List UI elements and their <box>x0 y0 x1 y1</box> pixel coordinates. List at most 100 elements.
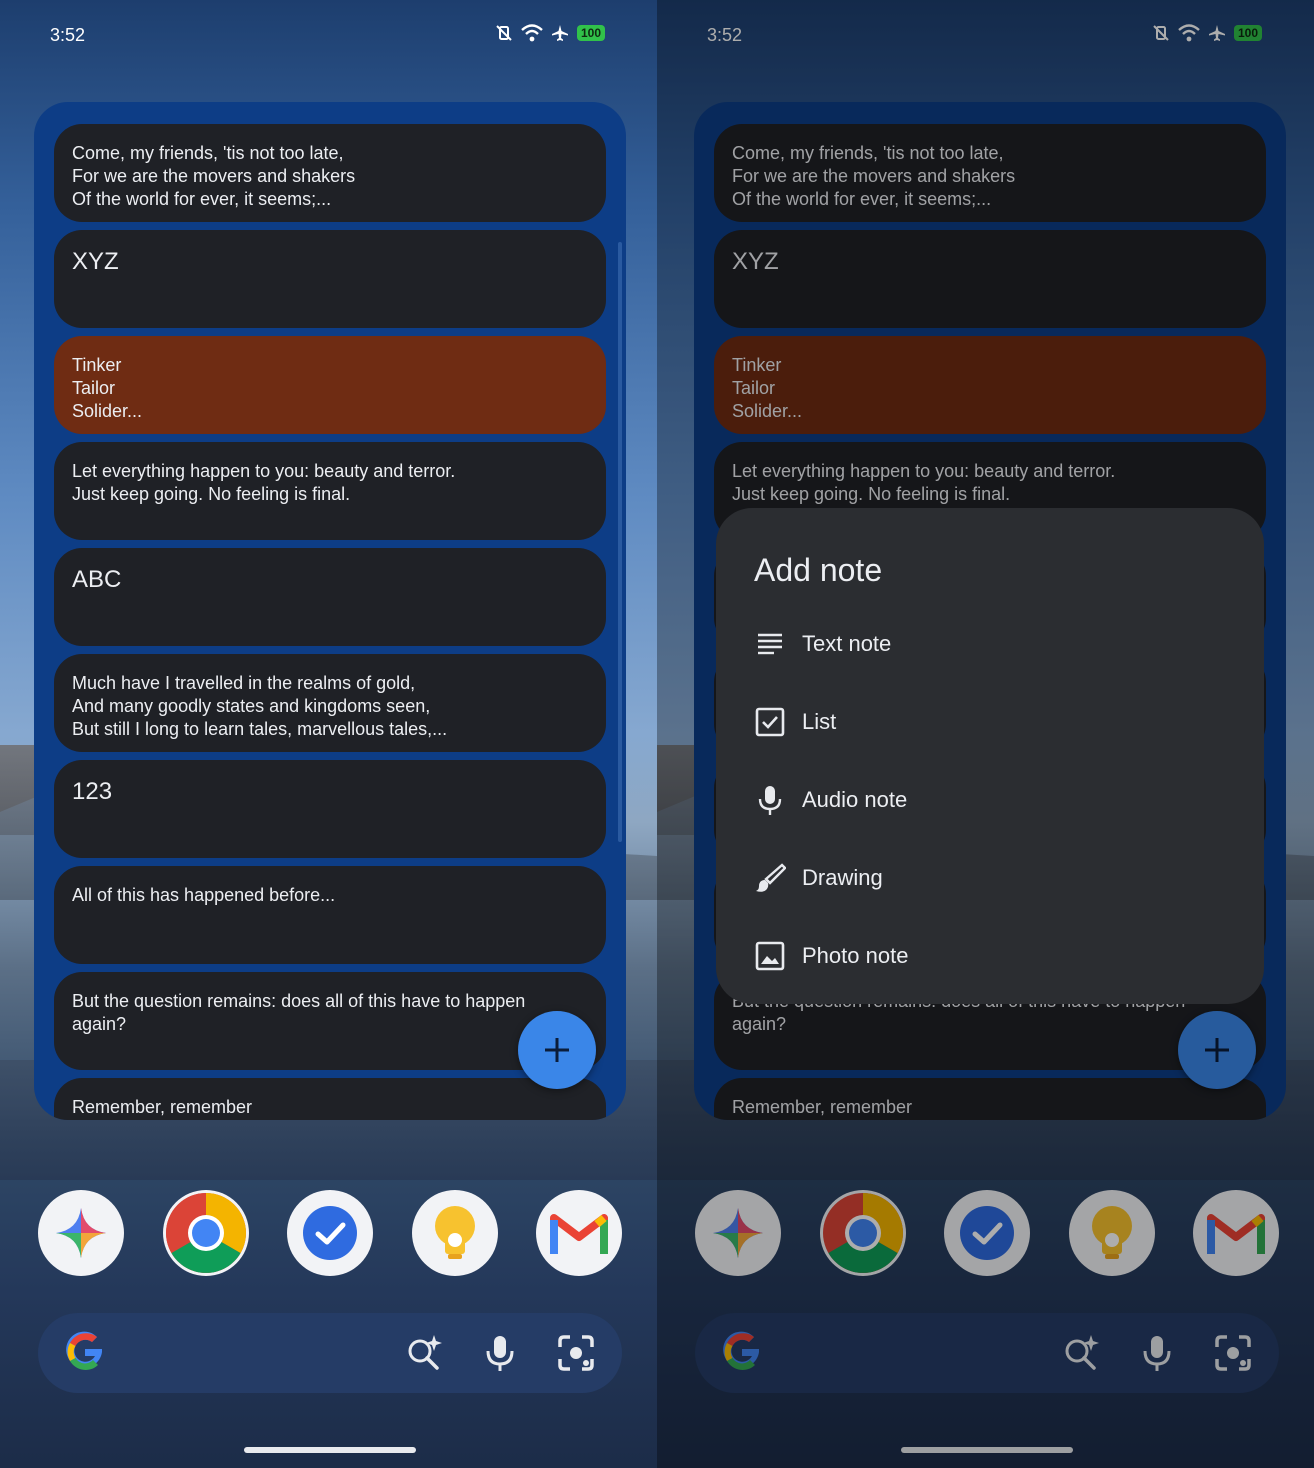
microphone-icon[interactable] <box>480 1333 520 1373</box>
home-screen-left: 3:52 100 Come, my friends, 'tis not too … <box>0 0 657 1468</box>
add-note-sheet: Add note Text note List Audio note Drawi… <box>716 508 1264 1004</box>
menu-item-list[interactable]: List <box>754 692 836 752</box>
lens-icon[interactable] <box>556 1333 596 1373</box>
text-note-icon <box>758 633 782 655</box>
note-text: Tinker Tailor Solider... <box>732 355 803 421</box>
checkbox-icon <box>755 707 785 737</box>
note-card[interactable]: Remember, remember <box>54 1078 606 1120</box>
note-card-orange[interactable]: Tinker Tailor Solider... <box>714 336 1266 434</box>
menu-item-label: Photo note <box>802 943 909 968</box>
menu-item-text-note[interactable]: Text note <box>754 614 891 674</box>
chrome-app[interactable] <box>162 1190 249 1276</box>
status-time: 3:52 <box>707 25 743 45</box>
menu-item-drawing[interactable]: Drawing <box>754 848 883 908</box>
note-card-orange[interactable]: Tinker Tailor Solider... <box>54 336 606 434</box>
note-text: XYZ <box>732 248 779 275</box>
microphone-icon <box>758 786 782 815</box>
status-icons: 100 <box>1152 24 1262 42</box>
wifi-icon <box>1178 24 1200 42</box>
status-bar: 3:52 100 <box>0 20 657 50</box>
google-search-bar[interactable] <box>695 1313 1279 1393</box>
note-card[interactable]: Come, my friends, 'tis not too late, For… <box>54 124 606 222</box>
note-card[interactable]: Come, my friends, 'tis not too late, For… <box>714 124 1266 222</box>
gemini-app[interactable] <box>695 1190 781 1276</box>
gemini-app[interactable] <box>38 1190 124 1276</box>
gmail-app[interactable] <box>1193 1190 1279 1276</box>
note-text: Much have I travelled in the realms of g… <box>72 673 448 739</box>
note-card[interactable]: Remember, remember <box>714 1078 1266 1120</box>
ai-search-icon[interactable] <box>1061 1333 1101 1373</box>
note-text: Come, my friends, 'tis not too late, For… <box>72 143 356 209</box>
menu-item-photo-note[interactable]: Photo note <box>754 926 908 986</box>
search-actions <box>404 1333 596 1373</box>
chrome-app[interactable] <box>819 1190 906 1276</box>
note-text: Remember, remember <box>72 1097 253 1117</box>
airplane-icon <box>551 25 568 41</box>
note-text: XYZ <box>72 248 119 275</box>
lens-icon[interactable] <box>1213 1333 1253 1373</box>
tasks-icon <box>960 1206 1014 1260</box>
note-text: Let everything happen to you: beauty and… <box>732 461 1116 504</box>
app-dock <box>38 1190 622 1276</box>
gmail-icon <box>1207 1214 1265 1254</box>
note-card[interactable]: XYZ <box>54 230 606 328</box>
vibrate-off-icon <box>1153 25 1169 41</box>
google-g-icon <box>66 1331 102 1370</box>
gesture-bar[interactable] <box>244 1447 416 1453</box>
note-text: Tinker Tailor Solider... <box>72 355 143 421</box>
ai-search-icon[interactable] <box>404 1333 444 1373</box>
gesture-bar[interactable] <box>901 1447 1073 1453</box>
tasks-icon <box>303 1206 357 1260</box>
keep-icon <box>1091 1206 1132 1259</box>
note-card[interactable]: All of this has happened before... <box>54 866 606 964</box>
app-dock <box>695 1190 1279 1276</box>
image-icon <box>755 941 785 971</box>
battery-indicator: 100 <box>1233 25 1262 41</box>
vibrate-off-icon <box>496 25 512 41</box>
note-text: All of this has happened before... <box>72 885 336 905</box>
status-time: 3:52 <box>50 25 86 45</box>
wifi-icon <box>521 24 543 42</box>
note-card[interactable]: ABC <box>54 548 606 646</box>
plus-icon <box>1205 1038 1229 1062</box>
chrome-icon <box>822 1193 903 1273</box>
status-icons: 100 <box>495 24 605 42</box>
gmail-icon <box>550 1214 608 1254</box>
note-text: Remember, remember <box>732 1097 913 1117</box>
tasks-app[interactable] <box>287 1190 373 1276</box>
gemini-icon <box>713 1208 763 1258</box>
note-text: 123 <box>72 778 113 805</box>
microphone-icon[interactable] <box>1137 1333 1177 1373</box>
airplane-icon <box>1208 25 1225 41</box>
menu-item-audio-note[interactable]: Audio note <box>754 770 907 830</box>
menu-item-label: Audio note <box>802 787 908 812</box>
plus-icon <box>545 1038 569 1062</box>
note-card[interactable]: Let everything happen to you: beauty and… <box>54 442 606 540</box>
battery-indicator: 100 <box>576 25 605 41</box>
menu-item-label: List <box>802 709 837 734</box>
note-text: Let everything happen to you: beauty and… <box>72 461 456 504</box>
keep-icon <box>434 1206 475 1259</box>
keep-app[interactable] <box>1068 1190 1155 1276</box>
keep-notes-widget: Come, my friends, 'tis not too late, For… <box>34 102 626 1120</box>
add-note-button[interactable] <box>518 1011 596 1089</box>
google-g-icon <box>723 1331 759 1370</box>
note-text: Come, my friends, 'tis not too late, For… <box>732 143 1016 209</box>
menu-item-label: Drawing <box>802 865 883 890</box>
widget-scrollbar[interactable] <box>618 242 622 842</box>
brush-icon <box>756 863 786 892</box>
add-note-button[interactable] <box>1178 1011 1256 1089</box>
keep-app[interactable] <box>411 1190 498 1276</box>
sheet-title: Add note <box>754 552 883 588</box>
gemini-icon <box>56 1208 106 1258</box>
menu-item-label: Text note <box>802 631 892 656</box>
note-text: But the question remains: does all of th… <box>72 991 526 1034</box>
tasks-app[interactable] <box>944 1190 1030 1276</box>
note-card[interactable]: 123 <box>54 760 606 858</box>
google-search-bar[interactable] <box>38 1313 622 1393</box>
chrome-icon <box>165 1193 246 1273</box>
note-card[interactable]: XYZ <box>714 230 1266 328</box>
status-bar: 3:52 100 <box>657 20 1314 50</box>
note-card[interactable]: Much have I travelled in the realms of g… <box>54 654 606 752</box>
gmail-app[interactable] <box>536 1190 622 1276</box>
